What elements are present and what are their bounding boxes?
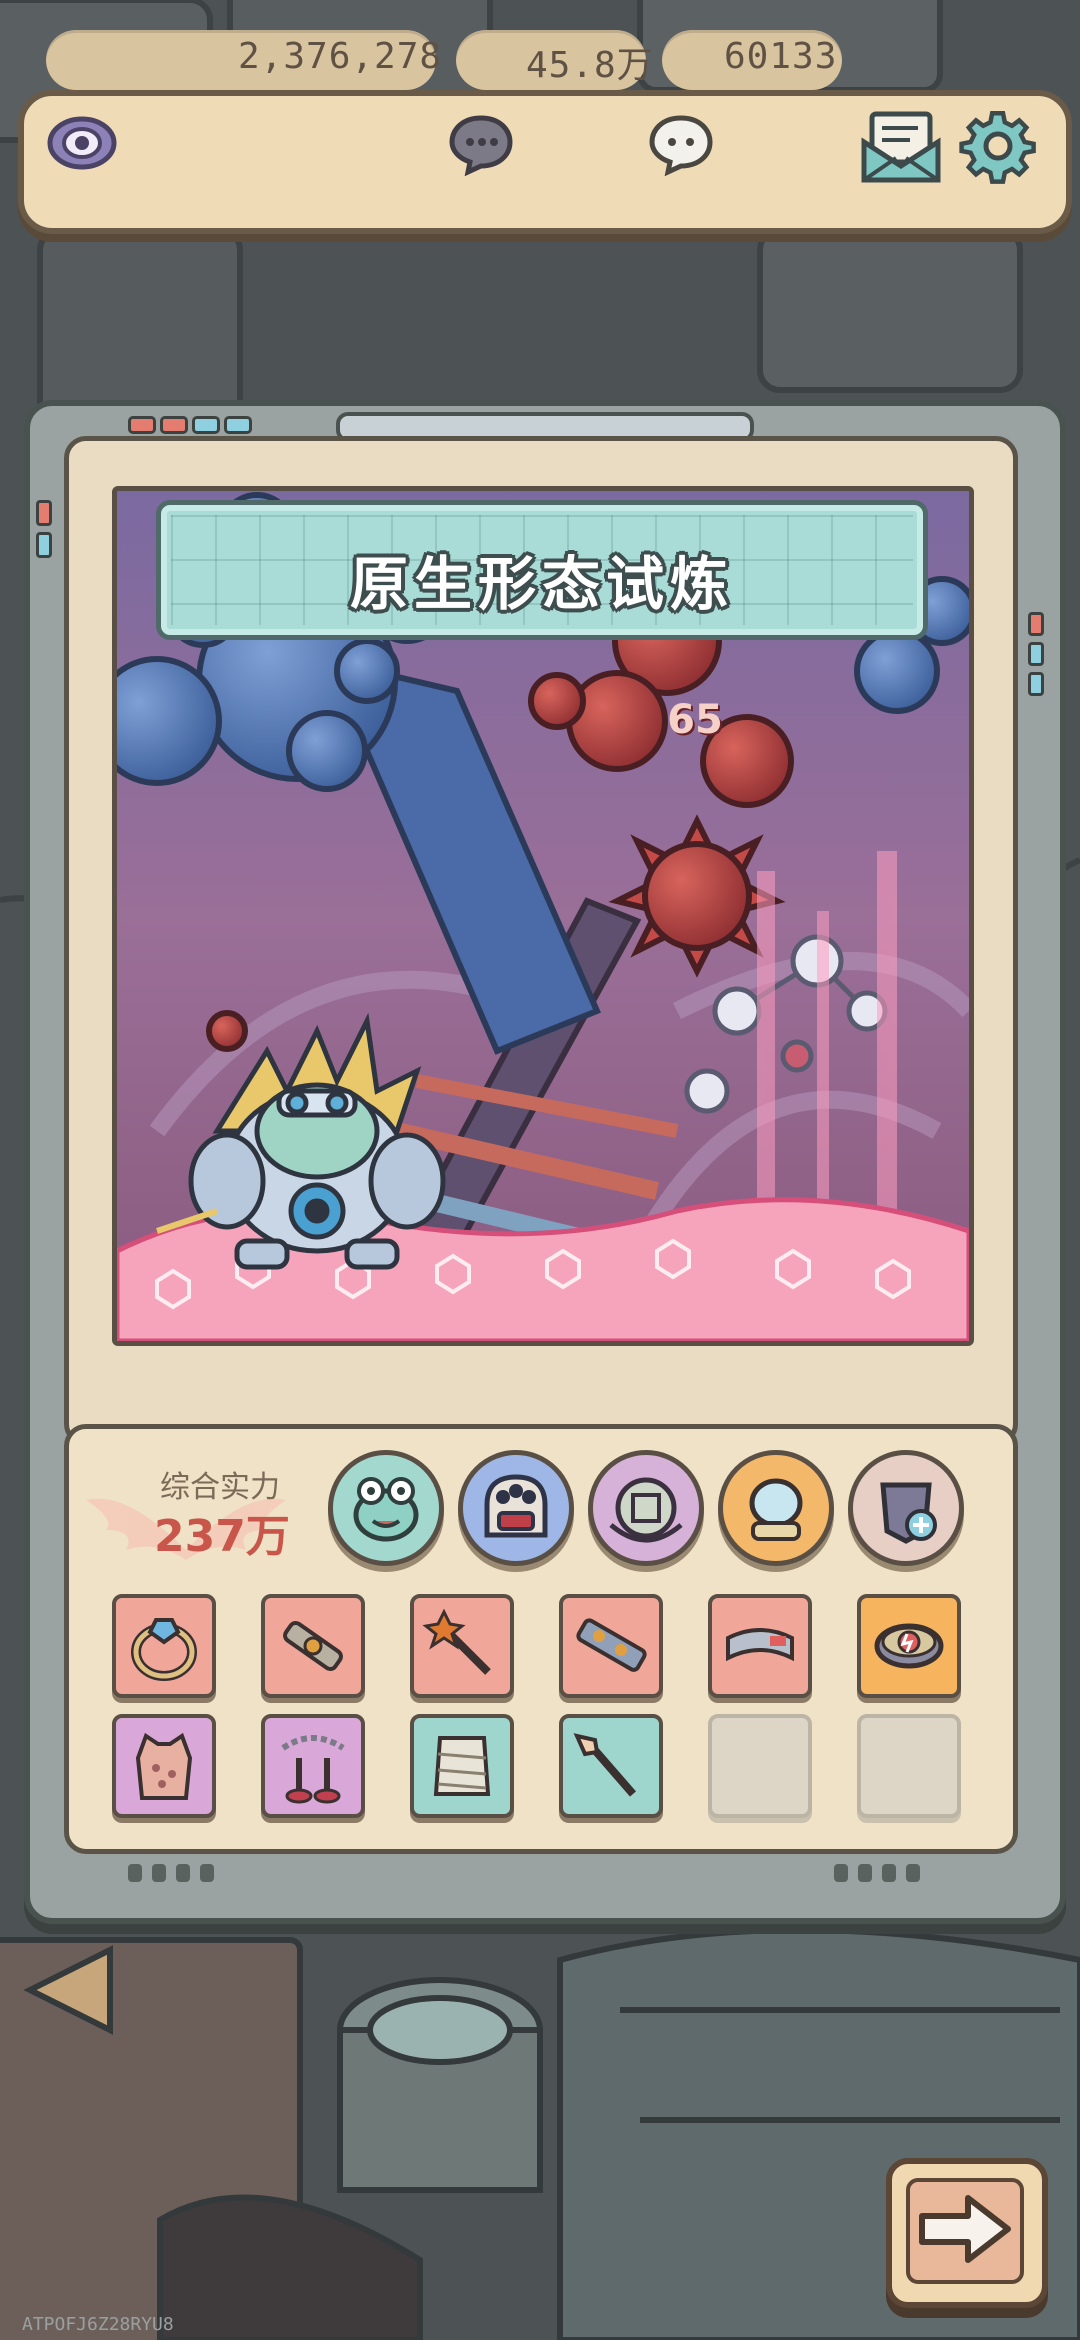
dark-bubble-value: 45.8万 [526, 45, 654, 86]
mind-shield-icon [609, 1477, 683, 1543]
gear-icon[interactable] [958, 106, 1038, 186]
laser-rifle-icon [576, 1618, 647, 1672]
panel-bottom-rivets-left [128, 1864, 248, 1884]
eye-icon [47, 116, 117, 170]
gem-ring-icon [131, 1618, 197, 1681]
alien-face-icon [353, 1477, 419, 1542]
light-bubble-value: 60133 [724, 36, 838, 77]
watermark-text: ATPOFJ6Z28RYU8 [22, 2314, 174, 2335]
equipment-slot-empty-2[interactable] [857, 1714, 961, 1818]
lightning-bracelet-icon [874, 1623, 944, 1669]
light-speech-bubble-icon [649, 115, 713, 176]
blaster-gun-icon [283, 1620, 343, 1672]
skill-many-eyed-monster[interactable] [458, 1450, 574, 1566]
trial-title: 原生形态试炼 [349, 550, 734, 618]
equipment-slot-7[interactable] [112, 1714, 216, 1818]
equipment-slot-9[interactable] [410, 1714, 514, 1818]
armor-plus-icon [880, 1482, 937, 1544]
panel-indicator-lights [128, 416, 252, 434]
chain-hammer-icon [281, 1735, 345, 1804]
power-value: 237万 [154, 1511, 290, 1562]
pointing-wand-icon [573, 1733, 637, 1797]
skill-alien-face[interactable] [328, 1450, 444, 1566]
equipment-slot-4[interactable] [559, 1594, 663, 1698]
equipment-slot-1[interactable] [112, 1594, 216, 1698]
metal-cuff-icon [726, 1628, 794, 1662]
equipment-slot-10[interactable] [559, 1714, 663, 1818]
skill-crystal-mirror[interactable] [718, 1450, 834, 1566]
views-value: 2,376,278 [238, 36, 443, 77]
equipment-slot-2[interactable] [261, 1594, 365, 1698]
left-lights [36, 500, 52, 560]
equipment-slot-3[interactable] [410, 1594, 514, 1698]
bandage-armor-icon [433, 1736, 491, 1796]
skill-armor-plus[interactable] [848, 1450, 964, 1566]
equipment-slot-8[interactable] [261, 1714, 365, 1818]
dark-speech-bubble-icon [449, 115, 513, 176]
next-button[interactable] [886, 2158, 1048, 2308]
mail-icon[interactable] [860, 108, 942, 184]
vest-armor-icon [135, 1732, 193, 1800]
right-lights [1028, 612, 1044, 712]
arrow-right-icon [919, 2195, 1011, 2263]
many-eyed-monster-icon [484, 1474, 548, 1538]
equipment-slot-5[interactable] [708, 1594, 812, 1698]
equipment-slot-empty-1[interactable] [708, 1714, 812, 1818]
panel-bottom-rivets-right [834, 1864, 954, 1884]
star-staff-icon [422, 1608, 491, 1675]
skill-mind-shield[interactable] [588, 1450, 704, 1566]
equipment-slot-6[interactable] [857, 1594, 961, 1698]
trial-title-banner: 原生形态试炼 [156, 500, 928, 640]
crystal-mirror-icon [749, 1478, 803, 1541]
enemy-level-marker: 65 [667, 697, 723, 743]
